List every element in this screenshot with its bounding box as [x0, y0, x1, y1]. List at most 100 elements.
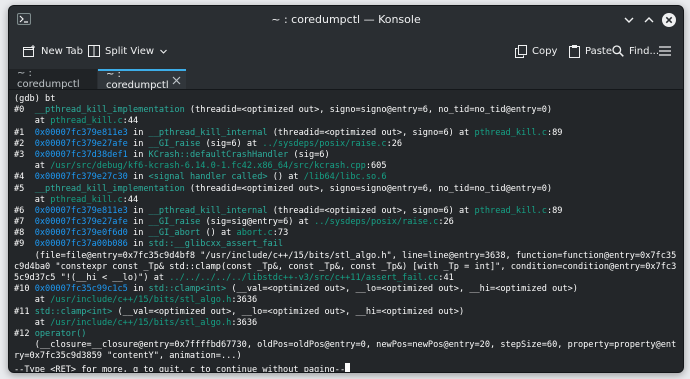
terminal-line: #1 0x00007fc379e811e3 in __pthread_kill_…: [14, 128, 683, 139]
terminal-text: (__val=<optimized out>, __lo=<optimized …: [112, 306, 465, 317]
tab-bar: ~ : coredumpctl ~ : coredumpctl: [9, 68, 683, 91]
terminal-text: /lib64/libc.so.6: [303, 172, 387, 183]
new-tab-button[interactable]: New Tab: [23, 40, 83, 62]
terminal-text: #6: [14, 205, 35, 216]
terminal-text: __pthread_kill_internal: [148, 205, 268, 216]
terminal-text: in: [127, 239, 149, 250]
terminal-line: #4 0x00007fc379e27c30 in <signal handler…: [14, 172, 683, 183]
terminal-text: #0: [14, 105, 35, 116]
tab-coredumpctl-2[interactable]: ~ : coredumpctl: [98, 69, 186, 91]
paste-icon: [569, 44, 580, 58]
terminal-text: #4: [14, 172, 35, 183]
terminal-text: 0x00007fc35c99c1c5: [34, 284, 128, 295]
terminal-text: at: [14, 161, 51, 172]
terminal-text: in: [127, 284, 149, 295]
terminal-line: #9 0x00007fc37a00b086 in std::__glibcxx_…: [14, 239, 683, 250]
hamburger-menu-icon: [659, 46, 671, 56]
terminal-text: (threadid=<optimized out>, signo=signo@e…: [184, 105, 553, 116]
terminal-line: at /usr/src/debug/kf6-kcrash-6.14.0-1.fc…: [14, 161, 683, 172]
terminal-text: #12: [14, 328, 35, 339]
terminal-text: #1: [14, 127, 35, 138]
terminal-text: pthread_kill.c: [474, 127, 547, 138]
terminal-text: ry=0x7fc35c9d3859 "contentY", animation=…: [14, 351, 242, 362]
terminal-text: :89: [546, 127, 563, 138]
terminal-text: in: [127, 228, 149, 239]
maximize-button[interactable]: [641, 12, 657, 28]
terminal-line: at pthread_kill.c:44: [14, 195, 683, 206]
terminal-text: /usr/include/c++/15/bits/stl_algo.h: [50, 295, 232, 306]
copy-icon: [515, 44, 527, 58]
terminal-line: 5c9d37c5 "!(__hi < __lo)") at ../../../.…: [14, 273, 683, 284]
terminal-text: abort.c: [236, 228, 273, 239]
terminal-scrollbar[interactable]: [677, 90, 683, 372]
terminal-text: in: [127, 172, 149, 183]
terminal-text: :89: [546, 205, 563, 216]
terminal-output[interactable]: (gdb) bt #0 __pthread_kill_implementation…: [9, 90, 683, 372]
terminal-text: ../sysdeps/posix/raise.c: [262, 138, 387, 149]
terminal-text: pthread_kill.c: [474, 205, 547, 216]
terminal-line: #8 0x00007fc379e0f6d0 in __GI_abort () a…: [14, 228, 683, 239]
terminal-line: --Type <RET> for more, q to quit, c to c…: [14, 362, 683, 373]
terminal-line: #12 operator(): [14, 329, 683, 340]
terminal-text: KCrash::defaultCrashHandler: [148, 149, 289, 160]
terminal-text: #10: [14, 284, 35, 295]
terminal-text: :26: [386, 138, 403, 149]
copy-label: Copy: [532, 45, 558, 57]
close-icon: [662, 13, 676, 27]
tab-coredumpctl-1[interactable]: ~ : coredumpctl: [9, 68, 97, 90]
terminal-text: (threadid=<optimized out>, signo=6) at: [267, 205, 475, 216]
terminal-text: #2: [14, 138, 35, 149]
new-tab-icon: [23, 45, 35, 57]
terminal-line: (__closure=__closure@entry=0x7ffffbd6773…: [14, 340, 683, 351]
terminal-text: in: [127, 149, 149, 160]
terminal-line: #0 __pthread_kill_implementation (thread…: [14, 105, 683, 116]
terminal-text: ../sysdeps/posix/raise.c: [314, 217, 439, 228]
terminal-line: #2 0x00007fc379e27afe in __GI_raise (sig…: [14, 139, 683, 150]
terminal-text: :44: [122, 116, 139, 127]
minimize-button[interactable]: [621, 12, 637, 28]
terminal-text: in: [127, 138, 149, 149]
terminal-text: (threadid=<optimized out>, signo=6) at: [267, 127, 475, 138]
search-icon: [612, 45, 624, 57]
close-icon[interactable]: [172, 76, 181, 85]
terminal-text: c9d4ba0 "constexpr const _Tp& std::clamp…: [14, 261, 677, 272]
hamburger-menu-button[interactable]: [659, 40, 671, 62]
terminal-text: 0x00007fc37d38def1: [34, 149, 128, 160]
split-view-button[interactable]: Split View: [88, 40, 168, 62]
terminal-text: :44: [122, 194, 139, 205]
chevron-down-icon: [624, 17, 634, 23]
terminal-text: 0x00007fc37a00b086: [34, 239, 128, 250]
terminal-line: ry=0x7fc35c9d3859 "contentY", animation=…: [14, 351, 683, 362]
terminal-text: #5: [14, 183, 35, 194]
terminal-text: 0x00007fc379e811e3: [34, 127, 128, 138]
terminal-text: :26: [438, 217, 454, 228]
terminal-text: in: [127, 127, 149, 138]
find-button[interactable]: Find...: [612, 40, 659, 62]
konsole-window: ~ : coredumpctl — Konsole New Tab Split …: [8, 5, 684, 373]
chevron-up-icon: [644, 17, 654, 23]
terminal-line: (file=file@entry=0x7fc35c9d4bf8 "/usr/in…: [14, 251, 683, 262]
terminal-text: 0x00007fc379e0f6d0: [34, 228, 128, 239]
terminal-text: --Type <RET> for more, q to quit, c to c…: [14, 364, 346, 373]
terminal-text: at: [14, 116, 51, 127]
split-view-icon: [88, 45, 100, 57]
close-button[interactable]: [661, 12, 677, 28]
terminal-text: operator(): [34, 328, 87, 339]
paste-button[interactable]: Paste: [569, 40, 612, 62]
terminal-text: (threadid=<optimized out>, signo=signo@e…: [184, 183, 553, 194]
terminal-text: __GI_raise: [148, 217, 201, 228]
terminal-text: __GI_raise: [148, 138, 201, 149]
terminal-text: <signal handler called>: [148, 172, 268, 183]
terminal-text: :3636: [231, 295, 258, 306]
terminal-text: (sig=sig@entry=6) at: [200, 217, 315, 228]
terminal-text: (file=file@entry=0x7fc35c9d4bf8 "/usr/in…: [14, 250, 677, 261]
copy-button[interactable]: Copy: [515, 40, 557, 62]
terminal-line: #3 0x00007fc37d38def1 in KCrash::default…: [14, 150, 683, 161]
chevron-down-icon: [160, 49, 167, 54]
terminal-line: #10 0x00007fc35c99c1c5 in std::clamp<int…: [14, 284, 683, 295]
terminal-cursor: [345, 362, 351, 372]
terminal-text: 0x00007fc379e27afe: [34, 138, 128, 149]
terminal-text: (sig=6): [288, 149, 330, 160]
find-label: Find...: [629, 45, 660, 57]
titlebar[interactable]: ~ : coredumpctl — Konsole: [9, 6, 683, 34]
